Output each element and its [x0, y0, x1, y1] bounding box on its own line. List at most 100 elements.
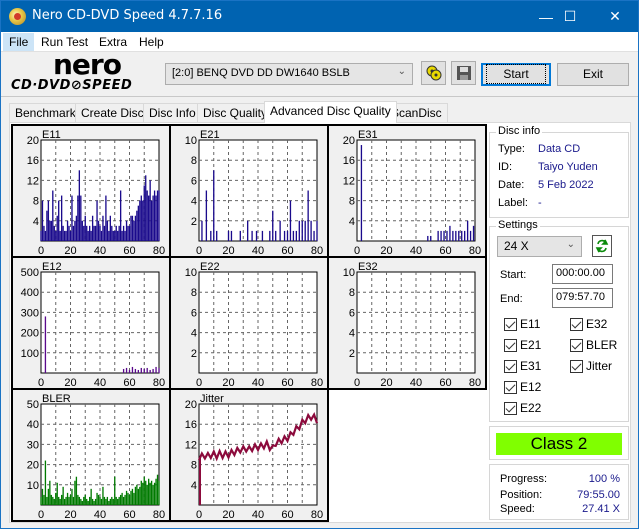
x-tick-label: 40 [252, 377, 264, 388]
menu-file[interactable]: File [3, 33, 35, 51]
y-tick-label: 20 [27, 135, 39, 147]
bar [127, 225, 129, 241]
x-tick-label: 0 [354, 245, 360, 256]
bar [148, 195, 150, 241]
checkbox-e31-label: E31 [520, 359, 542, 373]
bar [114, 230, 116, 241]
tab-disc-info[interactable]: Disc Info [143, 103, 202, 123]
x-tick-label: 0 [196, 509, 202, 520]
tab-disc-quality[interactable]: Disc Quality [197, 103, 274, 123]
chart-bler-svg: BLER 10 20 30 40 50 0 20 40 60 80 [27, 393, 165, 520]
bar [464, 230, 466, 241]
exit-button[interactable]: Exit [557, 63, 629, 86]
bar [437, 230, 439, 241]
speed-select[interactable]: 24 X ⌄ [497, 236, 582, 257]
y-tick-label: 12 [27, 175, 39, 187]
refresh-speed-button[interactable] [592, 235, 612, 257]
bar [86, 498, 88, 505]
bar [60, 195, 63, 241]
bar [111, 496, 113, 505]
y-tick-label: 20 [343, 135, 355, 147]
bar [124, 230, 126, 241]
start-time-input[interactable]: 000:00.00 [552, 264, 613, 284]
maximize-button[interactable]: ☐ [547, 1, 593, 32]
bar [60, 494, 63, 505]
bar [63, 230, 66, 241]
disc-label-value: - [538, 197, 542, 209]
bar [140, 480, 142, 505]
drive-info-button[interactable] [421, 61, 446, 85]
disc-date-label: Date: [498, 179, 525, 191]
chart-e12: E12 100 200 300 400 500 0 20 40 60 80 [11, 256, 171, 390]
speed-row: Speed: 27.41 X [500, 503, 620, 515]
x-tick-label: 80 [153, 245, 165, 256]
bar [289, 200, 292, 241]
y-tick-label: 50 [27, 399, 39, 411]
bar [133, 220, 135, 241]
bar [103, 225, 106, 241]
bar [58, 200, 60, 241]
bar [316, 220, 318, 241]
bar [121, 230, 123, 241]
chart-e31: E31 4 8 12 16 20 0 20 40 60 80 [327, 124, 487, 258]
bar [86, 225, 88, 241]
bar [47, 488, 50, 505]
y-tick-label: 4 [349, 216, 355, 228]
checkbox-e22[interactable]: E22 [504, 401, 541, 415]
drive-select[interactable]: [2:0] BENQ DVD DD DW1640 BSLB ⌄ [165, 63, 413, 85]
save-button[interactable] [451, 61, 476, 85]
bar [295, 230, 298, 241]
bar [152, 195, 154, 241]
y-tick-label: 8 [349, 196, 355, 208]
bar [131, 215, 134, 241]
bar [142, 482, 144, 505]
bar [119, 494, 122, 505]
bar [313, 230, 315, 241]
bar [469, 230, 472, 241]
bar [58, 496, 60, 505]
y-tick-label: 20 [27, 460, 39, 472]
bar [69, 230, 72, 241]
bar [146, 190, 148, 241]
x-tick-label: 20 [64, 509, 76, 520]
tab-benchmark[interactable]: Benchmark [9, 103, 82, 123]
chart-e21: E21 2 4 6 8 10 0 20 40 60 80 [169, 124, 329, 258]
bar [103, 496, 106, 505]
bar [49, 220, 51, 241]
menu-help[interactable]: Help [133, 33, 170, 51]
bar [59, 230, 61, 241]
checkbox-e21[interactable]: E21 [504, 338, 541, 352]
bar [100, 230, 103, 241]
position-label: Position: [500, 489, 543, 501]
bar [65, 496, 67, 505]
bar [149, 180, 151, 241]
bar [108, 500, 110, 505]
drive-select-value: [2:0] BENQ DVD DD DW1640 BSLB [172, 67, 350, 79]
checkbox-e11[interactable]: E11 [504, 317, 540, 331]
bar [133, 492, 135, 505]
checkbox-jitter[interactable]: Jitter [570, 359, 612, 373]
checkbox-e12[interactable]: E12 [504, 380, 541, 394]
x-tick-label: 40 [252, 509, 264, 520]
bar [286, 230, 289, 241]
bar [66, 220, 69, 241]
checkbox-e32[interactable]: E32 [570, 317, 607, 331]
bar [156, 474, 159, 505]
tab-create-disc[interactable]: Create Disc [75, 103, 150, 123]
bar [150, 480, 153, 505]
bar [97, 220, 100, 241]
y-tick-label: 6 [349, 307, 355, 319]
chart-e31-svg: E31 4 8 12 16 20 0 20 40 60 80 [343, 129, 481, 256]
bar [97, 494, 100, 505]
bar [50, 494, 52, 505]
end-time-input[interactable]: 079:57.70 [552, 288, 613, 308]
start-button[interactable]: Start [481, 63, 551, 86]
close-button[interactable]: ✕ [592, 1, 638, 32]
checkbox-e31[interactable]: E31 [504, 359, 541, 373]
bar [112, 230, 114, 241]
bar [213, 170, 215, 241]
checkbox-bler[interactable]: BLER [570, 338, 617, 352]
tab-advanced-disc-quality[interactable]: Advanced Disc Quality [264, 101, 397, 123]
y-tick-label: 400 [21, 287, 39, 299]
bar [55, 492, 57, 505]
